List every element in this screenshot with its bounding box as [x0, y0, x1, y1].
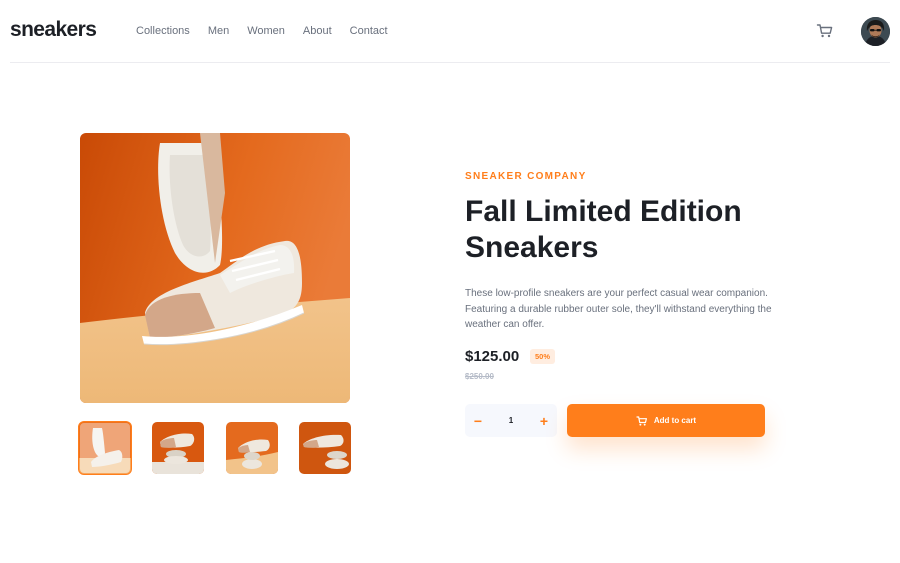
main-nav: Collections Men Women About Contact — [136, 25, 406, 37]
nav-item-contact[interactable]: Contact — [350, 25, 388, 37]
quantity-stepper: − 1 + — [465, 404, 557, 437]
user-avatar[interactable] — [861, 17, 890, 46]
sneaker-image — [80, 133, 350, 403]
increase-quantity-button[interactable]: + — [531, 404, 557, 437]
brand-logo[interactable]: sneakers — [10, 18, 97, 42]
current-price: $125.00 — [465, 348, 520, 365]
decrease-quantity-button[interactable]: − — [465, 404, 491, 437]
thumbnail-image — [152, 422, 204, 474]
nav-item-about[interactable]: About — [303, 25, 332, 37]
add-to-cart-label: Add to cart — [653, 416, 697, 425]
add-to-cart-button[interactable]: Add to cart — [567, 404, 765, 437]
company-name: SNEAKER COMPANY — [465, 171, 587, 182]
nav-item-collections[interactable]: Collections — [136, 25, 190, 37]
thumbnail-1[interactable] — [78, 421, 132, 475]
original-price: $250.00 — [465, 372, 494, 381]
product-description: These low-profile sneakers are your perf… — [465, 288, 772, 330]
product-title: Fall Limited Edition Sneakers — [465, 195, 742, 264]
quantity-value: 1 — [508, 416, 514, 425]
thumbnail-2[interactable] — [152, 422, 204, 474]
thumbnail-image — [79, 422, 131, 474]
cart-icon — [636, 415, 647, 426]
thumbnail-3[interactable] — [226, 422, 278, 474]
thumbnail-image — [226, 422, 278, 474]
nav-item-men[interactable]: Men — [208, 25, 229, 37]
cart-icon — [816, 24, 833, 38]
thumbnail-4[interactable] — [299, 422, 351, 474]
nav-item-women[interactable]: Women — [247, 25, 285, 37]
cart-button[interactable] — [816, 22, 834, 40]
thumbnail-image — [299, 422, 351, 474]
thumbnail-strip — [78, 421, 351, 475]
avatar-icon — [861, 17, 890, 46]
site-header: sneakers Collections Men Women About Con… — [10, 0, 890, 63]
discount-badge: 50% — [530, 349, 556, 364]
product-main-image[interactable] — [80, 133, 350, 403]
